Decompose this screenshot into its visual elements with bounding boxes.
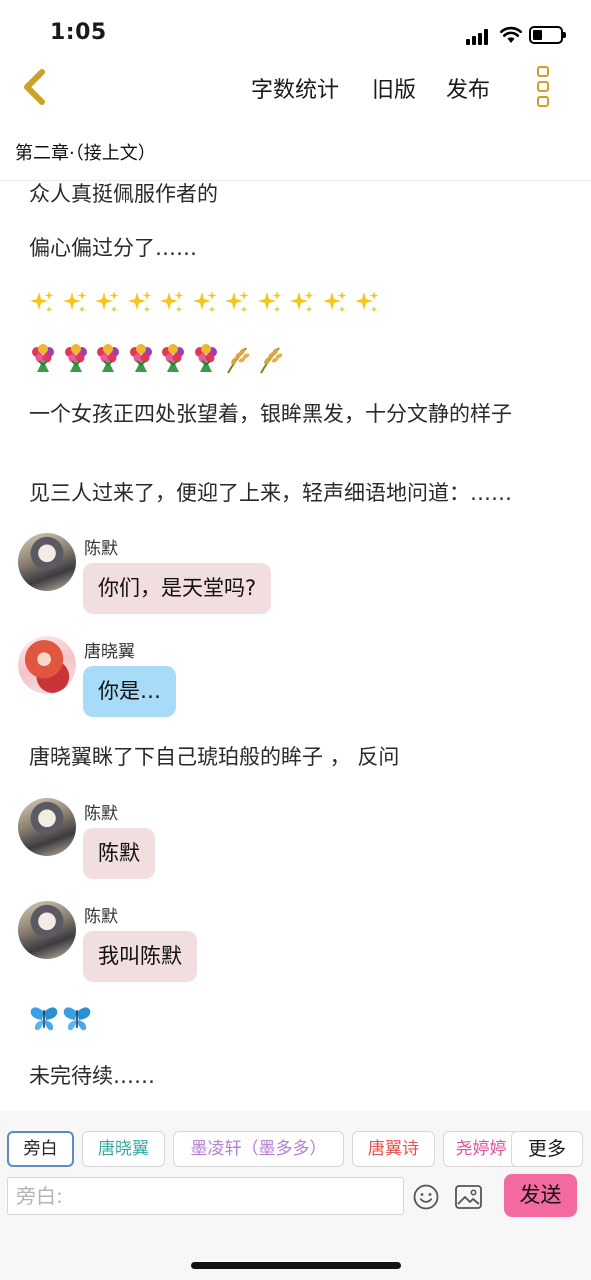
sparkles-icon <box>192 290 218 316</box>
status-bar: 1:05 <box>0 0 591 60</box>
rice-ear-icon <box>257 344 285 374</box>
more-menu-icon[interactable] <box>535 66 551 108</box>
avatar[interactable] <box>18 798 76 856</box>
butterfly-icon <box>29 1004 59 1034</box>
role-chip-narration[interactable]: 旁白 <box>7 1131 74 1167</box>
bouquet-icon <box>62 344 90 374</box>
bouquet-icon <box>192 344 220 374</box>
bouquet-icon <box>94 344 122 374</box>
avatar[interactable] <box>18 636 76 694</box>
narration-text: 未完待续…… <box>29 1064 155 1088</box>
bouquet-icon <box>159 344 187 374</box>
sparkles-icon <box>29 290 55 316</box>
sparkles-icon <box>257 290 283 316</box>
message-input[interactable] <box>7 1177 404 1215</box>
old-version-button[interactable]: 旧版 <box>372 72 416 104</box>
publish-button[interactable]: 发布 <box>446 72 490 104</box>
image-icon[interactable] <box>455 1185 482 1209</box>
role-chip-tang-xiaoyi[interactable]: 唐晓翼 <box>82 1131 165 1167</box>
status-time: 1:05 <box>50 20 107 45</box>
role-chip-tang-yishi[interactable]: 唐翼诗 <box>352 1131 435 1167</box>
message-bubble[interactable]: 你们，是天堂吗? <box>83 563 272 614</box>
narration-text: 唐晓翼眯了下自己琥珀般的眸子 ， 反问 <box>29 745 400 769</box>
nav-bar: 字数统计 旧版 发布 <box>0 60 591 120</box>
emoji-icon[interactable] <box>413 1184 439 1210</box>
sparkles-icon <box>94 290 120 316</box>
sparkles-icon <box>289 290 315 316</box>
home-indicator <box>191 1262 401 1269</box>
speaker-name: 唐晓翼 <box>84 642 135 662</box>
message-bubble[interactable]: 陈默 <box>83 828 155 879</box>
role-chip-mo-lingxuan[interactable]: 墨凌轩（墨多多） <box>173 1131 344 1167</box>
role-chip-yao-tingting[interactable]: 尧婷婷 <box>443 1131 519 1167</box>
rice-ear-icon <box>224 344 252 374</box>
avatar[interactable] <box>18 533 76 591</box>
speaker-name: 陈默 <box>84 539 118 559</box>
sparkles-icon <box>224 290 250 316</box>
message-bubble[interactable]: 我叫陈默 <box>83 931 197 982</box>
bouquet-icon <box>127 344 155 374</box>
story-content: 众人真挺佩服作者的 偏心偏过分了…… 一个女孩正四处张望着，银眸黑发，十分文静的… <box>0 181 591 1111</box>
chevron-left-icon <box>24 69 45 105</box>
narration-text: 众人真挺佩服作者的 <box>29 182 218 206</box>
role-selector: 旁白 唐晓翼 墨凌轩（墨多多） 唐翼诗 尧婷婷 更多 <box>0 1131 591 1169</box>
sparkles-icon <box>159 290 185 316</box>
sparkles-icon <box>127 290 153 316</box>
butterfly-icon <box>62 1004 92 1034</box>
message-bubble[interactable]: 你是… <box>83 666 176 717</box>
narration-text: 一个女孩正四处张望着，银眸黑发，十分文静的样子 <box>29 402 512 426</box>
word-count-button[interactable]: 字数统计 <box>251 72 339 104</box>
wifi-icon <box>500 26 522 44</box>
avatar[interactable] <box>18 901 76 959</box>
input-row: 发送 <box>0 1174 591 1221</box>
speaker-name: 陈默 <box>84 804 118 824</box>
sparkles-icon <box>62 290 88 316</box>
cellular-signal-icon <box>466 29 492 45</box>
speaker-name: 陈默 <box>84 907 118 927</box>
sparkles-icon <box>354 290 380 316</box>
narration-text: 偏心偏过分了…… <box>29 236 197 260</box>
back-button[interactable] <box>18 66 58 108</box>
bouquet-icon <box>29 344 57 374</box>
sparkles-icon <box>322 290 348 316</box>
composer-panel: 旁白 唐晓翼 墨凌轩（墨多多） 唐翼诗 尧婷婷 更多 发送 <box>0 1111 591 1280</box>
narration-text: 见三人过来了，便迎了上来，轻声细语地问道：…… <box>29 481 512 505</box>
chapter-title: 第二章·（接上文） <box>15 143 156 164</box>
more-roles-button[interactable]: 更多 <box>511 1131 583 1167</box>
battery-icon <box>529 26 566 44</box>
send-button[interactable]: 发送 <box>504 1174 577 1217</box>
